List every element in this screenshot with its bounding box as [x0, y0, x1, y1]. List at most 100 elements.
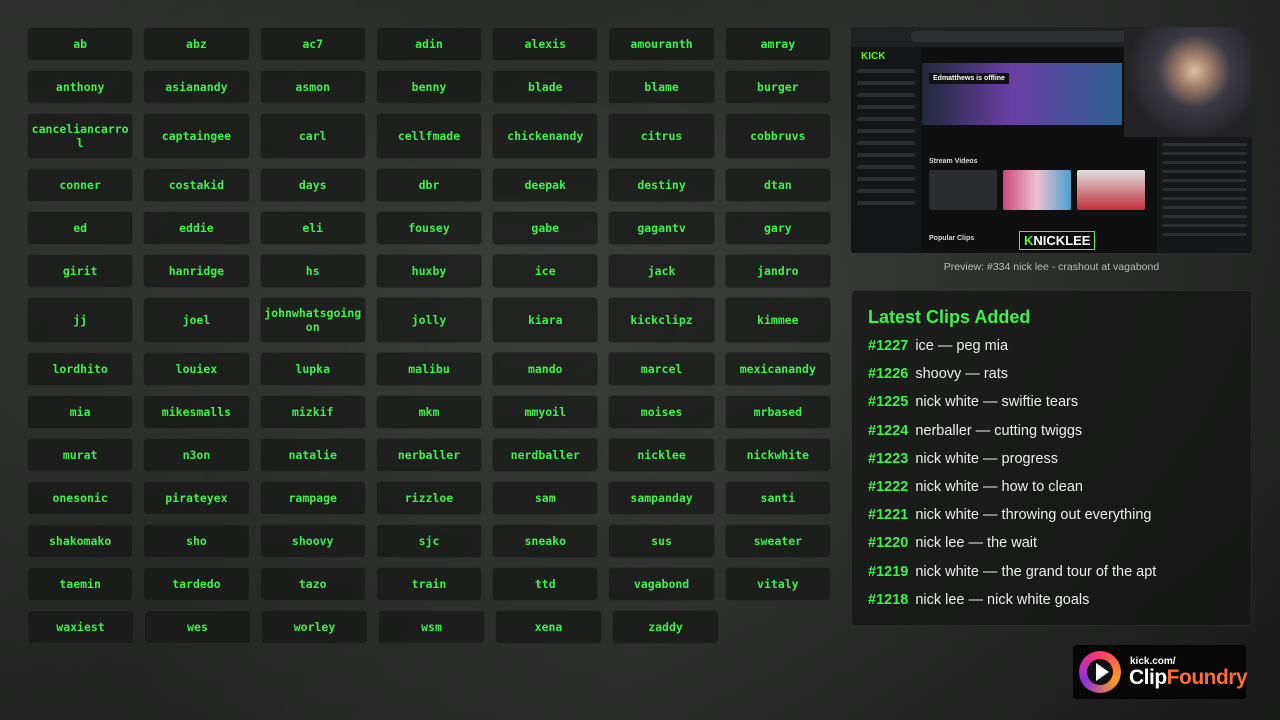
streamer-tile[interactable]: blade [492, 70, 599, 104]
streamer-tile[interactable]: citrus [608, 113, 715, 159]
clip-list-item[interactable]: #1221 nick white — throwing out everythin… [868, 501, 1235, 529]
streamer-tile[interactable]: kimmee [724, 297, 831, 343]
streamer-tile[interactable]: mmyoil [492, 395, 599, 429]
clip-list-item[interactable]: #1223 nick white — progress [868, 445, 1235, 473]
streamer-tile[interactable]: shakomako [27, 524, 134, 558]
streamer-tile[interactable]: ed [27, 211, 134, 245]
streamer-tile[interactable]: train [375, 567, 483, 601]
streamer-tile[interactable]: captaingee [143, 113, 250, 159]
streamer-tile[interactable]: jandro [724, 254, 831, 288]
clip-list-item[interactable]: #1222 nick white — how to clean [868, 473, 1235, 501]
streamer-tile[interactable]: nickwhite [724, 438, 831, 472]
streamer-tile[interactable]: ttd [492, 567, 599, 601]
streamer-tile[interactable]: lupka [259, 352, 366, 386]
streamer-tile[interactable]: nerballer [375, 438, 483, 472]
streamer-tile[interactable]: tardedo [143, 567, 250, 601]
streamer-tile[interactable]: mizkif [259, 395, 366, 429]
streamer-tile[interactable]: mikesmalls [143, 395, 250, 429]
streamer-tile[interactable]: jj [27, 297, 134, 343]
streamer-tile[interactable]: sho [143, 524, 250, 558]
streamer-tile[interactable]: mrbased [724, 395, 831, 429]
streamer-tile[interactable]: vagabond [608, 567, 715, 601]
streamer-tile[interactable]: n3on [143, 438, 250, 472]
streamer-tile[interactable]: malibu [375, 352, 483, 386]
streamer-tile[interactable]: sus [608, 524, 715, 558]
streamer-tile[interactable]: huxby [375, 254, 483, 288]
streamer-tile[interactable]: hs [259, 254, 366, 288]
streamer-tile[interactable]: benny [375, 70, 483, 104]
streamer-tile[interactable]: natalie [259, 438, 366, 472]
streamer-tile[interactable]: joel [143, 297, 250, 343]
streamer-tile[interactable]: mkm [375, 395, 483, 429]
streamer-tile[interactable]: blame [608, 70, 715, 104]
streamer-tile[interactable]: eli [259, 211, 366, 245]
streamer-tile[interactable]: ab [27, 27, 134, 61]
streamer-tile[interactable]: louiex [143, 352, 250, 386]
streamer-tile[interactable]: nerdballer [492, 438, 599, 472]
streamer-tile[interactable]: pirateyex [143, 481, 250, 515]
streamer-tile[interactable]: mexicanandy [724, 352, 831, 386]
streamer-tile[interactable]: mia [27, 395, 134, 429]
streamer-tile[interactable]: amouranth [608, 27, 715, 61]
clip-list-item[interactable]: #1225 nick white — swiftie tears [868, 388, 1235, 416]
streamer-tile[interactable]: cobbruvs [724, 113, 831, 159]
clip-list-item[interactable]: #1218 nick lee — nick white goals [868, 586, 1235, 614]
streamer-tile[interactable]: johnwhatsgoingon [259, 297, 366, 343]
streamer-tile[interactable]: amray [724, 27, 831, 61]
streamer-tile[interactable]: asmon [259, 70, 366, 104]
streamer-tile[interactable]: chickenandy [492, 113, 599, 159]
clip-list-item[interactable]: #1226 shoovy — rats [868, 360, 1235, 388]
streamer-tile[interactable]: kiara [492, 297, 599, 343]
streamer-tile[interactable]: zaddy [612, 610, 719, 644]
streamer-tile[interactable]: asianandy [143, 70, 250, 104]
clip-list-item[interactable]: #1220 nick lee — the wait [868, 529, 1235, 557]
streamer-tile[interactable]: sweater [724, 524, 831, 558]
streamer-tile[interactable]: vitaly [724, 567, 831, 601]
streamer-tile[interactable]: sneako [492, 524, 599, 558]
streamer-tile[interactable]: burger [724, 70, 831, 104]
streamer-tile[interactable]: shoovy [259, 524, 366, 558]
streamer-tile[interactable]: tazo [259, 567, 366, 601]
streamer-tile[interactable]: hanridge [143, 254, 250, 288]
streamer-tile[interactable]: waxiest [27, 610, 134, 644]
streamer-tile[interactable]: girit [27, 254, 134, 288]
streamer-tile[interactable]: gagantv [608, 211, 715, 245]
streamer-tile[interactable]: rizzloe [375, 481, 483, 515]
streamer-tile[interactable]: eddie [143, 211, 250, 245]
streamer-tile[interactable]: onesonic [27, 481, 134, 515]
streamer-tile[interactable]: moises [608, 395, 715, 429]
streamer-tile[interactable]: rampage [259, 481, 366, 515]
streamer-tile[interactable]: santi [724, 481, 831, 515]
streamer-tile[interactable]: taemin [27, 567, 134, 601]
streamer-tile[interactable]: conner [27, 168, 134, 202]
clip-list-item[interactable]: #1219 nick white — the grand tour of the … [868, 558, 1235, 586]
streamer-tile[interactable]: sampanday [608, 481, 715, 515]
streamer-tile[interactable]: alexis [492, 27, 599, 61]
streamer-tile[interactable]: murat [27, 438, 134, 472]
streamer-tile[interactable]: worley [261, 610, 368, 644]
streamer-tile[interactable]: wes [144, 610, 251, 644]
clip-list-item[interactable]: #1227 ice — peg mia [868, 332, 1235, 360]
streamer-tile[interactable]: gabe [492, 211, 599, 245]
streamer-tile[interactable]: xena [495, 610, 602, 644]
streamer-tile[interactable]: sam [492, 481, 599, 515]
streamer-tile[interactable]: gary [724, 211, 831, 245]
streamer-tile[interactable]: abz [143, 27, 250, 61]
streamer-tile[interactable]: destiny [608, 168, 715, 202]
streamer-tile[interactable]: jack [608, 254, 715, 288]
streamer-tile[interactable]: anthony [27, 70, 134, 104]
clip-preview[interactable]: KICK Edmatthews is offline Stream Videos… [851, 27, 1252, 253]
streamer-tile[interactable]: jolly [375, 297, 483, 343]
streamer-tile[interactable]: wsm [378, 610, 485, 644]
streamer-tile[interactable]: nicklee [608, 438, 715, 472]
streamer-tile[interactable]: adin [375, 27, 483, 61]
streamer-tile[interactable]: cellfmade [375, 113, 483, 159]
streamer-tile[interactable]: dbr [375, 168, 483, 202]
streamer-tile[interactable]: kickclipz [608, 297, 715, 343]
streamer-tile[interactable]: costakid [143, 168, 250, 202]
streamer-tile[interactable]: deepak [492, 168, 599, 202]
streamer-tile[interactable]: canceliancarrol [27, 113, 134, 159]
streamer-tile[interactable]: ac7 [259, 27, 366, 61]
streamer-tile[interactable]: mando [492, 352, 599, 386]
streamer-tile[interactable]: fousey [375, 211, 483, 245]
